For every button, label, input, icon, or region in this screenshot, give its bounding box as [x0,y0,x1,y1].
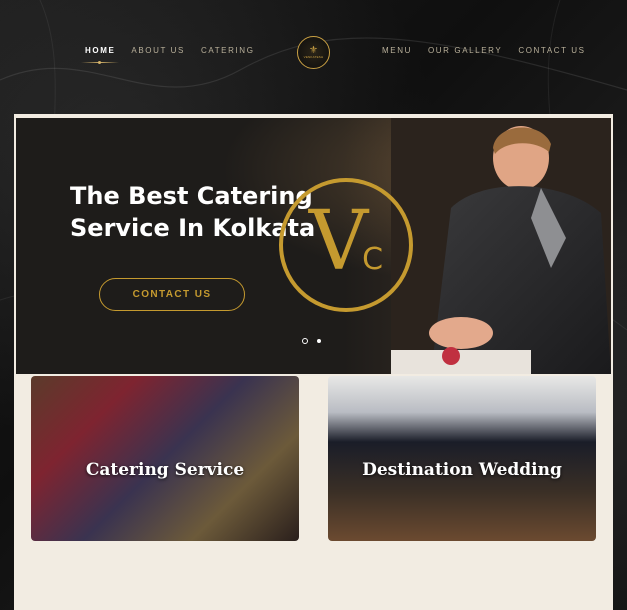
brand-name: VENKATESH [303,55,324,59]
chef-image [391,118,611,374]
main-content: The Best Catering Service In Kolkata V C… [14,114,613,610]
brand-logo[interactable]: ⚜ VENKATESH [297,36,330,69]
destination-wedding-title: Destination Wedding [362,460,562,480]
nav-about-us[interactable]: ABOUT US [131,46,185,55]
nav-our-gallery[interactable]: OUR GALLERY [428,46,502,55]
nav-menu[interactable]: MENU [382,46,412,55]
nav-catering[interactable]: CATERING [201,46,255,55]
nav-contact-us[interactable]: CONTACT US [518,46,585,55]
destination-wedding-card[interactable]: Destination Wedding [328,376,596,541]
nav-right: MENU OUR GALLERY CONTACT US [382,46,586,55]
vc-logo: V C [279,178,413,312]
hero-slider: The Best Catering Service In Kolkata V C… [16,118,611,374]
catering-service-title: Catering Service [85,460,245,480]
slider-dot-2[interactable] [317,339,321,343]
vc-logo-c: C [362,241,384,277]
vc-logo-v: V [308,193,369,289]
fleur-icon: ⚜ [309,45,318,56]
slider-dots [302,338,321,344]
nav-home[interactable]: HOME [80,46,120,64]
slider-dot-1[interactable] [302,338,308,344]
hero-title-line-1: The Best Catering [70,182,313,210]
catering-service-card[interactable]: Catering Service [31,376,299,541]
site-header: HOME ABOUT US CATERING ⚜ VENKATESH MENU … [14,0,613,114]
contact-us-button[interactable]: CONTACT US [99,278,245,311]
nav-left: HOME ABOUT US CATERING [80,46,255,64]
